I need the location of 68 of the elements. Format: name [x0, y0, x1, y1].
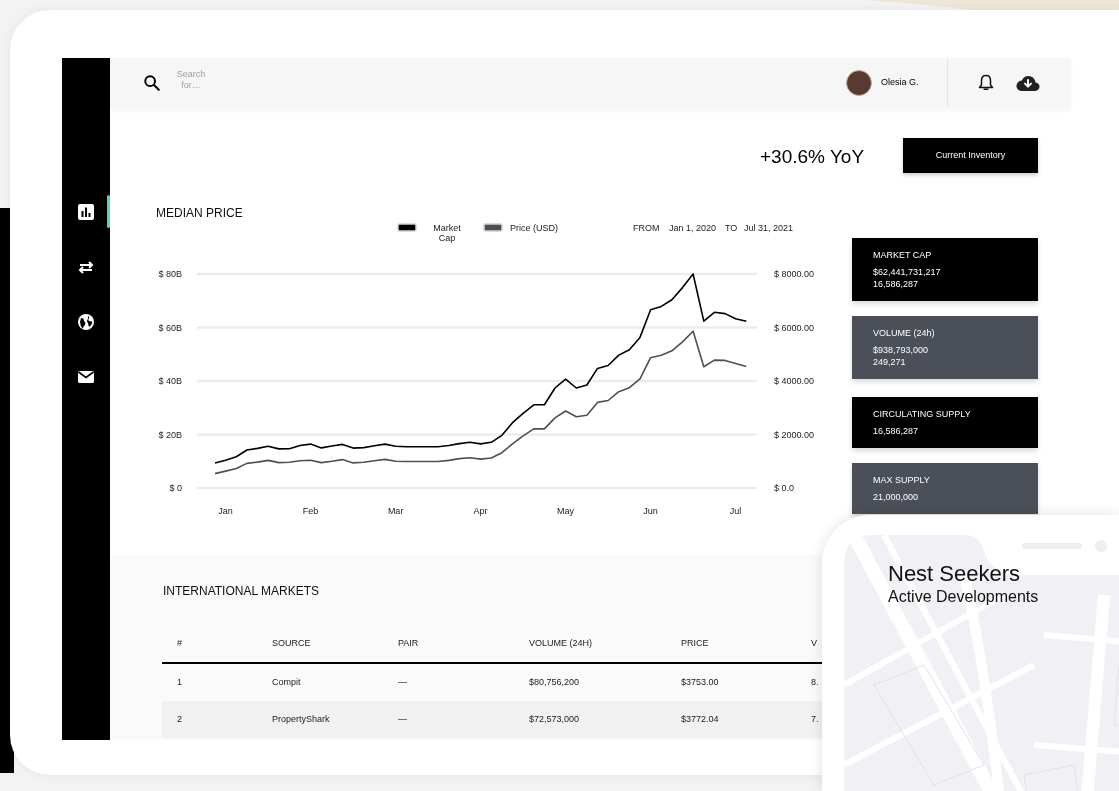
notification-bell-icon[interactable] — [978, 74, 994, 92]
avatar[interactable] — [846, 70, 872, 96]
stat-label: MAX SUPPLY — [873, 474, 931, 486]
date-value: Jul 31, 2021 — [744, 223, 794, 233]
change-value: +30.6% YoY — [760, 145, 865, 169]
axis-label: Feb — [302, 506, 319, 516]
axis-label: $ 4000.00 — [774, 376, 815, 386]
column-header: PAIR — [397, 637, 420, 651]
axis-label: $ 20B — [158, 429, 182, 440]
range-label: FROM — [633, 223, 660, 233]
range-label: TO — [725, 223, 738, 233]
legend-swatch — [483, 223, 503, 232]
active-indicator — [107, 195, 110, 228]
column-header: VOLUME (24H) — [528, 637, 593, 651]
column-header: # — [176, 637, 183, 651]
axis-label: $ 60B — [158, 322, 182, 333]
axis-label: $ 6000.00 — [774, 322, 815, 333]
axis-label: Jun — [643, 506, 658, 516]
axis-label: $ 80B — [158, 269, 182, 279]
chart-title: MEDIAN PRICE — [156, 206, 243, 220]
stat-value: 21,000,000 — [873, 491, 920, 503]
axis-label: $ 8000.00 — [774, 269, 815, 279]
axis-label: $ 2000.00 — [774, 429, 815, 440]
legend-label: Market Cap — [433, 223, 461, 243]
bar-chart-icon — [77, 202, 95, 221]
section-title: INTERNATIONAL MARKETS — [163, 583, 320, 600]
search-field[interactable]: Search for… — [173, 69, 209, 97]
table-cell-text: 1 — [176, 675, 183, 689]
stat-label: VOLUME (24h) — [873, 327, 936, 339]
table-cell-text: 2 — [176, 712, 183, 726]
table-cell-text: $3753.00 — [680, 675, 720, 689]
table-cell-text: 8. — [810, 675, 820, 689]
globe-icon — [77, 312, 95, 331]
current-inventory-button[interactable]: Current Inventory — [903, 138, 1038, 173]
stat-value: 249,271 — [873, 356, 907, 368]
app-subtitle: Active Developments — [888, 587, 1039, 606]
stat-value: 16,586,287 — [873, 278, 920, 290]
axis-label: Jul — [729, 506, 742, 516]
app-title: Nest Seekers — [888, 561, 1022, 587]
column-header: SOURCE — [271, 637, 312, 651]
axis-label: $ 0.0 — [774, 483, 795, 493]
axis-label: Apr — [473, 506, 488, 516]
date-value: Jan 1, 2020 — [669, 223, 717, 233]
legend-swatch — [397, 223, 417, 232]
axis-label: $ 40B — [158, 376, 182, 386]
table-cell-text: $72,573,000 — [528, 712, 581, 726]
stat-value: $938,793,000 — [873, 344, 930, 356]
axis-label: Mar — [387, 506, 404, 516]
legend-label: Price (USD) — [510, 223, 558, 233]
table-cell-text: 7. — [810, 712, 820, 726]
axis-label: Jan — [218, 506, 233, 516]
table-cell-text: Compit — [271, 675, 302, 689]
table-cell-text: — — [397, 675, 408, 689]
axis-label: $ 0 — [169, 483, 182, 493]
user-name: Olesia G. — [881, 76, 920, 90]
table-cell-text: $3772.04 — [680, 712, 720, 726]
column-header: V — [810, 637, 818, 651]
table-cell-text: — — [397, 712, 408, 726]
stat-value: 16,586,287 — [873, 425, 920, 437]
search-icon[interactable] — [143, 74, 161, 92]
stat-label: MARKET CAP — [873, 249, 933, 261]
table-cell-text: PropertyShark — [271, 712, 331, 726]
cloud-download-icon[interactable] — [1016, 74, 1040, 92]
column-header: PRICE — [680, 637, 710, 651]
axis-label: May — [557, 506, 575, 516]
stat-value: $62,441,731,217 — [873, 266, 942, 278]
table-cell-text: $80,756,200 — [528, 675, 581, 689]
stat-label: CIRCULATING SUPPLY — [873, 408, 972, 420]
